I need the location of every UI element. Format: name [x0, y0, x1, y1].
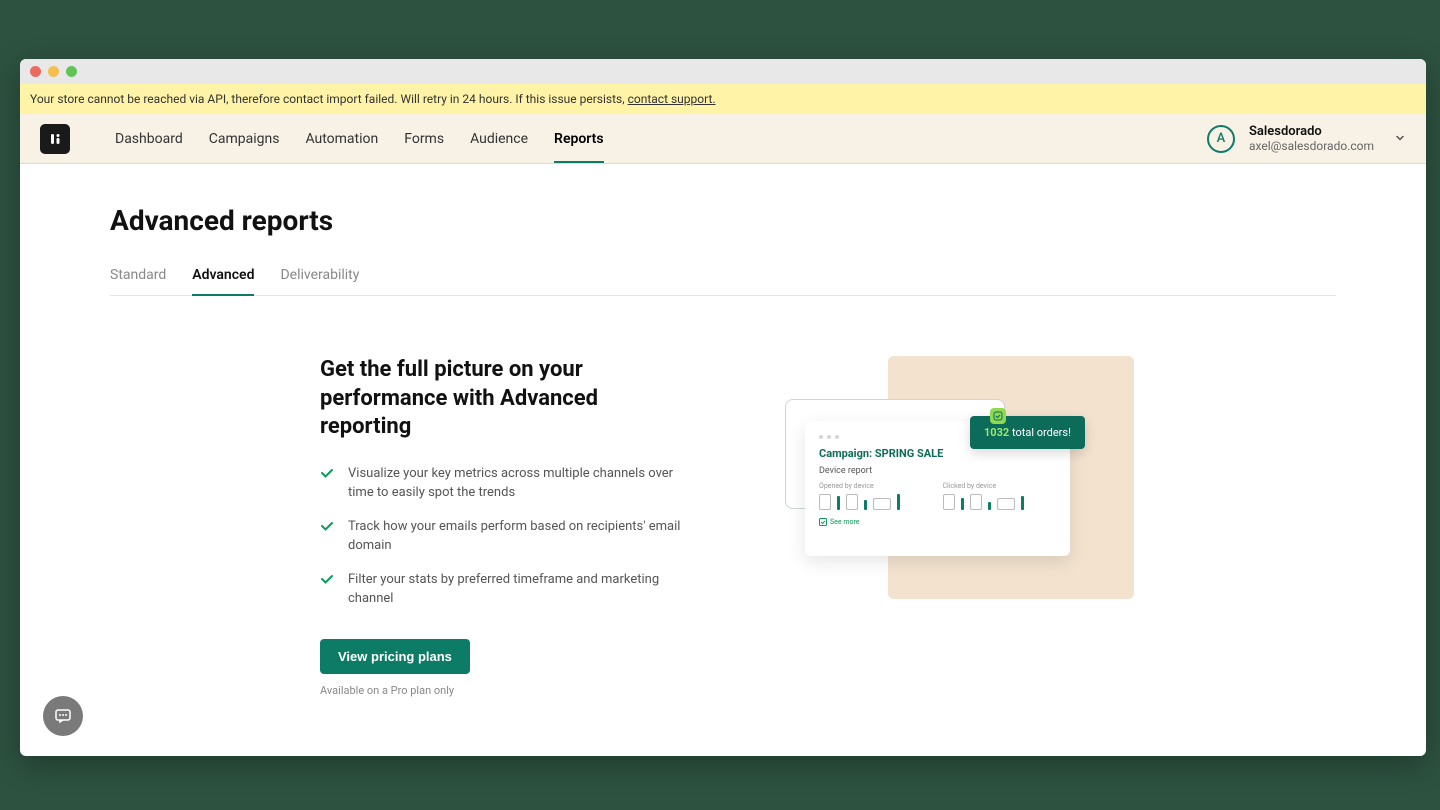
toast-text: total orders! [1009, 426, 1071, 439]
clicked-devices [943, 494, 1057, 510]
feature-text: Filter your stats by preferred timeframe… [348, 570, 690, 609]
hero-heading: Get the full picture on your performance… [320, 356, 690, 442]
tab-advanced[interactable]: Advanced [192, 267, 254, 295]
nav-items: Dashboard Campaigns Automation Forms Aud… [115, 114, 604, 163]
chat-widget-button[interactable] [43, 696, 83, 736]
hero-text: Get the full picture on your performance… [320, 356, 690, 697]
toast-number: 1032 [984, 426, 1009, 439]
alert-text: Your store cannot be reached via API, th… [30, 92, 628, 106]
maximize-window-icon[interactable] [66, 66, 77, 77]
account-name: Salesdorado [1249, 124, 1374, 139]
feature-item: Visualize your key metrics across multip… [320, 464, 690, 503]
app-window: Your store cannot be reached via API, th… [20, 59, 1426, 756]
opened-devices [819, 494, 933, 510]
nav-audience[interactable]: Audience [470, 114, 528, 163]
nav-dashboard[interactable]: Dashboard [115, 114, 183, 163]
alert-banner: Your store cannot be reached via API, th… [20, 84, 1426, 114]
top-nav: Dashboard Campaigns Automation Forms Aud… [20, 114, 1426, 164]
nav-campaigns[interactable]: Campaigns [209, 114, 280, 163]
feature-text: Track how your emails perform based on r… [348, 517, 690, 556]
account-menu[interactable]: A Salesdorado axel@salesdorado.com [1207, 124, 1406, 153]
contact-support-link[interactable]: contact support. [628, 92, 716, 106]
account-email: axel@salesdorado.com [1249, 139, 1374, 153]
feature-text: Visualize your key metrics across multip… [348, 464, 690, 503]
opened-label: Opened by device [819, 482, 933, 490]
avatar: A [1207, 125, 1235, 153]
feature-item: Filter your stats by preferred timeframe… [320, 570, 690, 609]
main-content: Advanced reports Standard Advanced Deliv… [20, 164, 1426, 756]
check-icon [320, 466, 334, 503]
nav-forms[interactable]: Forms [404, 114, 444, 163]
check-icon [320, 519, 334, 556]
minimize-window-icon[interactable] [48, 66, 59, 77]
nav-automation[interactable]: Automation [305, 114, 378, 163]
account-text: Salesdorado axel@salesdorado.com [1249, 124, 1374, 153]
toast-card: 1032 total orders! [970, 416, 1085, 449]
hero-illustration: Campaign: SPRING SALE Device report Open… [780, 356, 1140, 616]
see-more-link: See more [819, 518, 1056, 526]
logo-icon[interactable] [40, 124, 70, 154]
badge-icon [990, 408, 1006, 424]
tab-deliverability[interactable]: Deliverability [280, 267, 359, 295]
plan-note: Available on a Pro plan only [320, 684, 690, 697]
window-titlebar [20, 59, 1426, 84]
report-tabs: Standard Advanced Deliverability [110, 267, 1336, 296]
tab-standard[interactable]: Standard [110, 267, 166, 295]
hero-section: Get the full picture on your performance… [110, 356, 1336, 697]
check-icon [320, 572, 334, 609]
feature-list: Visualize your key metrics across multip… [320, 464, 690, 609]
view-pricing-button[interactable]: View pricing plans [320, 639, 470, 674]
nav-reports[interactable]: Reports [554, 114, 604, 163]
card-subtitle: Device report [819, 466, 1056, 476]
clicked-label: Clicked by device [943, 482, 1057, 490]
chevron-down-icon [1394, 129, 1406, 148]
feature-item: Track how your emails perform based on r… [320, 517, 690, 556]
page-title: Advanced reports [110, 204, 1336, 237]
close-window-icon[interactable] [30, 66, 41, 77]
